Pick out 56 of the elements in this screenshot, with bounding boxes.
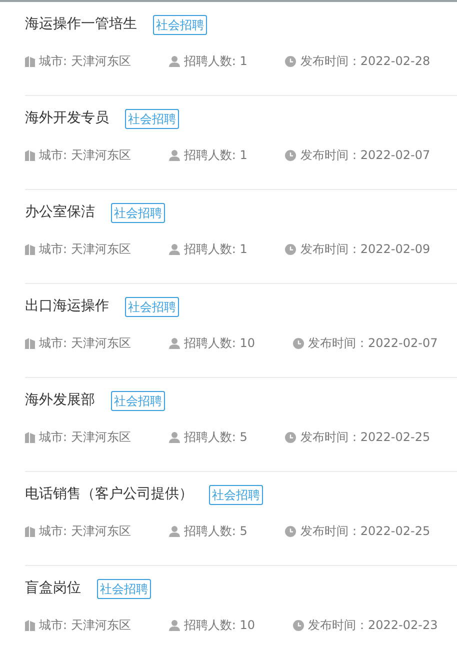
person-icon (168, 150, 180, 160)
publish-date: 发布时间：2022-02-23 (308, 617, 438, 634)
publish-date: 发布时间：2022-02-25 (300, 523, 430, 540)
publish-date: 发布时间：2022-02-28 (300, 53, 430, 70)
publish-date: 发布时间：2022-02-07 (300, 147, 430, 164)
publish-date: 发布时间：2022-02-07 (308, 335, 438, 352)
clock-icon (285, 150, 296, 160)
building-icon (25, 620, 35, 630)
job-title[interactable]: 海外开发专员 (25, 108, 109, 129)
building-icon (25, 432, 35, 442)
clock-icon (285, 56, 296, 66)
job-title[interactable]: 盲盒岗位 (25, 578, 81, 599)
building-icon (25, 338, 35, 348)
job-title[interactable]: 海外发展部 (25, 390, 95, 411)
city-text: 城市: 天津河东区 (39, 429, 131, 446)
city-text: 城市: 天津河东区 (39, 335, 131, 352)
building-icon (25, 56, 35, 66)
publish-date: 发布时间：2022-02-25 (300, 429, 430, 446)
job-title[interactable]: 出口海运操作 (25, 296, 109, 317)
city-text: 城市: 天津河东区 (39, 617, 131, 634)
clock-icon (293, 620, 304, 630)
publish-date: 发布时间：2022-02-09 (300, 241, 430, 258)
building-icon (25, 244, 35, 254)
job-tag: 社会招聘 (209, 484, 263, 504)
job-tag: 社会招聘 (97, 578, 151, 598)
building-icon (25, 526, 35, 536)
city-text: 城市: 天津河东区 (39, 523, 131, 540)
clock-icon (285, 526, 296, 536)
job-tag: 社会招聘 (125, 108, 179, 128)
clock-icon (293, 338, 304, 348)
headcount-text: 招聘人数: 1 (184, 53, 248, 70)
job-title[interactable]: 海运操作一管培生 (25, 14, 137, 35)
headcount-text: 招聘人数: 10 (184, 617, 255, 634)
headcount-text: 招聘人数: 1 (184, 147, 248, 164)
person-icon (168, 526, 180, 536)
person-icon (168, 620, 180, 630)
city-text: 城市: 天津河东区 (39, 147, 131, 164)
person-icon (168, 338, 180, 348)
job-title[interactable]: 电话销售（客户公司提供） (25, 484, 193, 505)
city-text: 城市: 天津河东区 (39, 53, 131, 70)
job-tag: 社会招聘 (125, 296, 179, 316)
headcount-text: 招聘人数: 1 (184, 241, 248, 258)
job-tag: 社会招聘 (153, 14, 207, 34)
person-icon (168, 244, 180, 254)
headcount-text: 招聘人数: 5 (184, 429, 248, 446)
clock-icon (285, 244, 296, 254)
building-icon (25, 150, 35, 160)
person-icon (168, 432, 180, 442)
job-tag: 社会招聘 (111, 390, 165, 410)
city-text: 城市: 天津河东区 (39, 241, 131, 258)
job-tag: 社会招聘 (111, 202, 165, 222)
clock-icon (285, 432, 296, 442)
headcount-text: 招聘人数: 5 (184, 523, 248, 540)
person-icon (168, 56, 180, 66)
job-title[interactable]: 办公室保洁 (25, 202, 95, 223)
headcount-text: 招聘人数: 10 (184, 335, 255, 352)
